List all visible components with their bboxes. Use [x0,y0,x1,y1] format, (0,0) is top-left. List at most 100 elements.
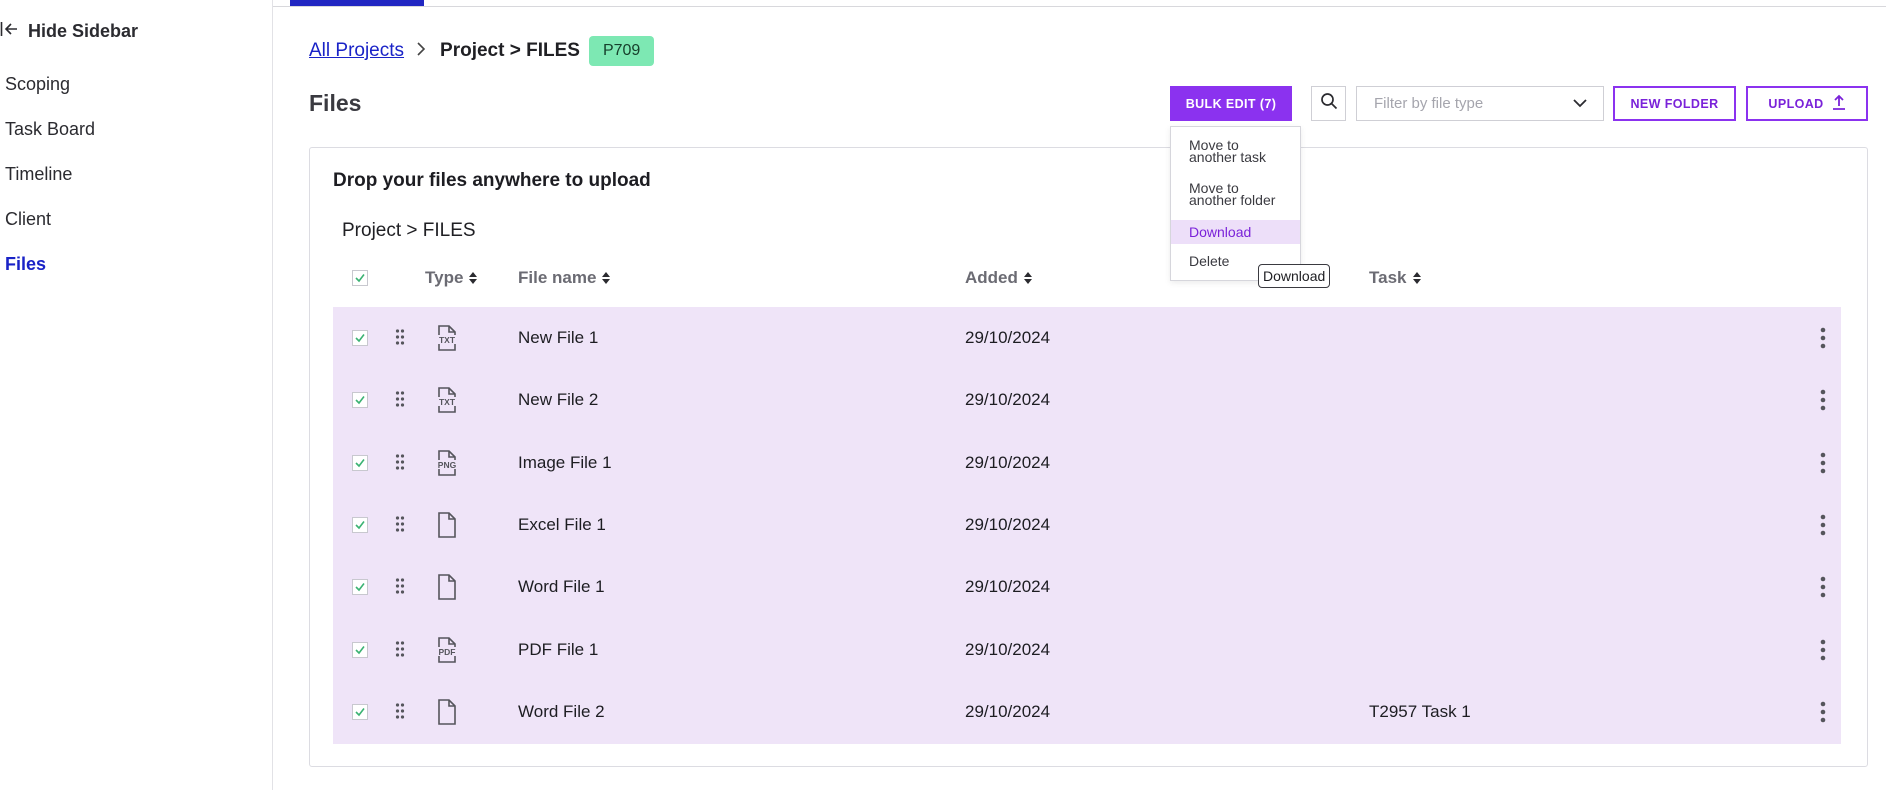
svg-text:TXT: TXT [439,397,456,407]
check-icon [355,274,365,283]
row-checkbox[interactable] [352,454,368,471]
txt-file-icon: TXT [434,307,460,369]
hide-sidebar-button[interactable]: Hide Sidebar [0,20,138,43]
row-checkbox[interactable] [352,579,368,596]
row-select-cell [352,619,368,681]
row-select-cell [352,556,368,618]
folder-path: Project > FILES [342,220,476,241]
column-added-label: Added [965,268,1018,287]
file-added-date: 29/10/2024 [965,514,1051,534]
menu-item-line: another folder [1189,192,1276,208]
sidebar-item-timeline[interactable]: Timeline [5,160,95,205]
row-checkbox[interactable] [352,703,368,720]
drag-handle-icon[interactable] [395,619,405,681]
sort-icon [469,272,478,284]
check-icon [355,520,365,530]
file-type-filter-select[interactable]: Filter by file type [1356,86,1604,121]
active-tab-indicator [290,0,424,6]
txt-file-icon: TXT [434,369,460,431]
file-added-date: 29/10/2024 [965,701,1051,721]
more-options-icon[interactable] [1820,494,1826,556]
row-select-cell [352,307,368,369]
file-name-link[interactable]: Image File 1 [518,432,612,494]
file-name-link[interactable]: Word File 1 [518,556,605,618]
file-name-link[interactable]: Excel File 1 [518,494,606,556]
drag-handle-icon[interactable] [395,681,405,743]
sidebar-item-task-board[interactable]: Task Board [5,115,95,160]
table-row[interactable]: Word File 1 29/10/2024 [333,556,1841,618]
more-options-icon[interactable] [1820,556,1826,618]
png-file-icon: PNG [434,432,460,494]
row-checkbox[interactable] [352,516,368,533]
row-select-cell [352,681,368,743]
drag-handle-icon[interactable] [395,556,405,618]
pdf-file-icon: PDF [434,619,460,681]
project-code-badge: P709 [588,36,655,66]
chevron-down-icon [1573,95,1587,112]
top-divider [273,6,1886,7]
column-header-type[interactable]: Type [425,258,478,298]
search-button[interactable] [1311,86,1346,121]
upload-label: UPLOAD [1768,96,1824,111]
sort-icon [602,272,611,284]
check-icon [355,645,365,654]
file-name-link[interactable]: New File 2 [518,369,598,431]
more-options-icon[interactable] [1820,369,1826,431]
row-checkbox[interactable] [352,392,368,409]
hide-sidebar-label: Hide Sidebar [28,21,139,41]
drag-handle-icon[interactable] [395,369,405,431]
file-added-date: 29/10/2024 [965,639,1051,659]
select-all-checkbox[interactable] [352,270,368,286]
file-name-link[interactable]: PDF File 1 [518,619,598,681]
table-row[interactable]: PDF PDF File 1 29/10/2024 [333,619,1841,681]
more-options-icon[interactable] [1820,681,1826,743]
table-row[interactable]: Word File 2 29/10/2024 T2957 Task 1 [333,681,1841,743]
svg-text:PNG: PNG [438,460,457,470]
sidebar-item-scoping[interactable]: Scoping [5,70,95,115]
blank-file-icon [434,556,460,618]
table-body: TXT New File 1 29/10/2024 TXT New File 2 29/1… [333,307,1841,744]
drag-handle-icon[interactable] [395,307,405,369]
drag-handle-icon[interactable] [395,432,405,494]
filter-placeholder: Filter by file type [1374,95,1484,112]
file-task: T2957 Task 1 [1369,701,1471,721]
menu-item-move-to-folder[interactable]: Move to another folder [1171,181,1300,208]
menu-item-download[interactable]: Download [1171,220,1300,244]
table-header: Type File name Added Task [333,258,1841,298]
bulk-edit-button[interactable]: BULK EDIT (7) [1170,86,1292,121]
file-drop-panel[interactable]: Drop your files anywhere to upload Proje… [309,147,1868,767]
column-header-added[interactable]: Added [965,258,1032,298]
menu-item-move-to-task[interactable]: Move to another task [1171,138,1300,165]
more-options-icon[interactable] [1820,619,1826,681]
file-added-date: 29/10/2024 [965,328,1051,347]
sidebar-nav: Scoping Task Board Timeline Client Files [5,70,95,295]
sidebar-item-files[interactable]: Files [5,250,95,295]
new-folder-button[interactable]: NEW FOLDER [1613,86,1736,121]
more-options-icon[interactable] [1820,432,1826,494]
row-select-cell [352,369,368,431]
menu-item-line: another task [1189,149,1267,165]
breadcrumb-all-projects-link[interactable]: All Projects [309,40,404,62]
file-name-link[interactable]: New File 1 [518,307,598,369]
row-checkbox[interactable] [352,641,368,658]
table-row[interactable]: PNG Image File 1 29/10/2024 [333,432,1841,494]
check-icon [355,334,365,343]
svg-text:TXT: TXT [439,335,456,345]
row-checkbox[interactable] [352,330,368,346]
blank-file-icon [434,681,460,743]
select-all-cell [352,258,368,298]
sort-icon [1023,272,1032,284]
column-header-task[interactable]: Task [1369,258,1421,298]
table-row[interactable]: Excel File 1 29/10/2024 [333,494,1841,556]
column-header-file-name[interactable]: File name [518,258,611,298]
file-name-link[interactable]: Word File 2 [518,681,605,743]
blank-file-icon [434,494,460,556]
table-row[interactable]: TXT New File 2 29/10/2024 [333,369,1841,431]
upload-button[interactable]: UPLOAD [1746,86,1868,121]
sidebar-item-client[interactable]: Client [5,205,95,250]
table-row[interactable]: TXT New File 1 29/10/2024 [333,307,1841,369]
drag-handle-icon[interactable] [395,494,405,556]
column-task-label: Task [1369,268,1407,287]
more-options-icon[interactable] [1820,307,1826,369]
breadcrumb-current: Project > FILES [440,40,580,61]
